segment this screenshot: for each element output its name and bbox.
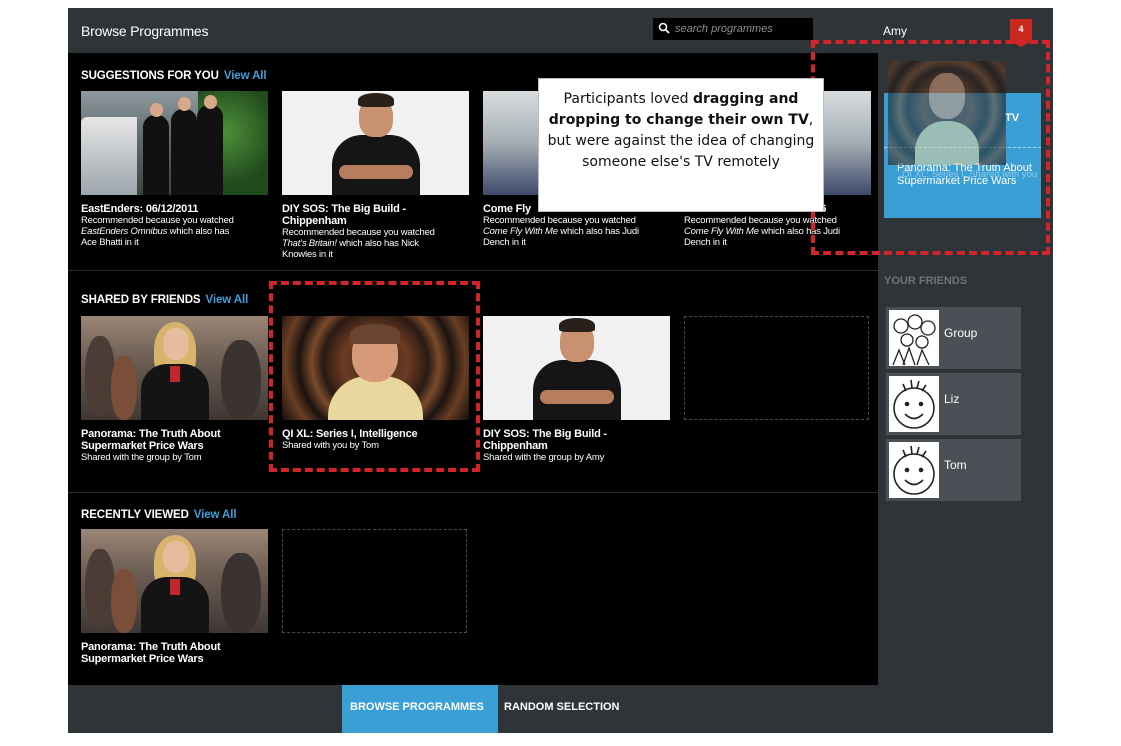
recommendation-reason: Recommended because you watched EastEnder… (81, 215, 234, 248)
programme-thumbnail[interactable] (81, 91, 268, 195)
programme-title: EastEnders: 06/12/2011 (81, 203, 199, 215)
friend-tom[interactable]: Tom (886, 439, 1021, 501)
tab-browse-programmes[interactable]: BROWSE PROGRAMMES (342, 685, 498, 733)
search-box[interactable] (653, 18, 813, 40)
programme-card[interactable]: Panorama: The Truth About Supermarket Pri… (81, 316, 268, 463)
shared-by: Shared with the group by Tom (81, 452, 202, 463)
friends-heading: YOUR FRIENDS (884, 275, 968, 287)
programme-card[interactable]: DIY SOS: The Big Build - Chippenham Recom… (282, 91, 469, 260)
friend-name: Tom (944, 458, 967, 472)
section-heading: RECENTLY VIEWED View All (81, 509, 237, 521)
programme-thumbnail[interactable] (282, 91, 469, 195)
programme-title: DIY SOS: The Big Build - Chippenham (483, 428, 607, 452)
friend-name: Group (944, 326, 978, 340)
programme-thumbnail[interactable] (81, 529, 268, 633)
search-input[interactable] (675, 21, 807, 37)
friend-liz[interactable]: Liz (886, 373, 1021, 435)
programme-card[interactable]: DIY SOS: The Big Build - Chippenham Share… (483, 316, 670, 463)
user-name[interactable]: Amy (883, 24, 907, 38)
annotation-highlight-box (811, 40, 1050, 255)
search-icon (658, 22, 670, 34)
empty-slot (282, 529, 467, 633)
shared-by: Shared with the group by Amy (483, 452, 605, 463)
annotation-callout: Participants loved dragging and dropping… (538, 78, 824, 212)
shared-heading: SHARED BY FRIENDS (81, 294, 201, 306)
programme-card[interactable]: EastEnders: 06/12/2011 Recommended becau… (81, 91, 268, 248)
recent-heading: RECENTLY VIEWED (81, 509, 189, 521)
annotation-highlight-box (269, 281, 480, 472)
recent-section: RECENTLY VIEWED View All Panorama: The Tr… (68, 493, 878, 685)
programme-title: Panorama: The Truth About Supermarket Pri… (81, 428, 221, 452)
group-avatar-icon (889, 310, 939, 366)
recommendation-reason: Recommended because you watched Come Fly … (483, 215, 639, 248)
view-all-link[interactable]: View All (194, 509, 237, 521)
suggestions-heading: SUGGESTIONS FOR YOU (81, 70, 219, 82)
friend-group[interactable]: Group (886, 307, 1021, 369)
section-heading: SHARED BY FRIENDS View All (81, 294, 248, 306)
tab-random-selection[interactable]: RANDOM SELECTION (496, 685, 636, 733)
programme-title: Panorama: The Truth About Supermarket Pri… (81, 641, 221, 665)
section-heading: SUGGESTIONS FOR YOU View All (81, 70, 267, 82)
programme-thumbnail[interactable] (483, 316, 670, 420)
recommendation-reason: Recommended because you watched That's Br… (282, 227, 435, 260)
notification-badge[interactable]: 4 (1010, 19, 1032, 47)
footer-nav: BROWSE PROGRAMMES RANDOM SELECTION (68, 685, 1053, 733)
friend-name: Liz (944, 392, 960, 406)
programme-title: DIY SOS: The Big Build - Chippenham (282, 203, 406, 227)
empty-slot (684, 316, 869, 420)
programme-card[interactable]: Panorama: The Truth About Supermarket Pri… (81, 529, 268, 665)
smiley-avatar-icon (889, 442, 939, 498)
view-all-link[interactable]: View All (206, 294, 249, 306)
view-all-link[interactable]: View All (224, 70, 267, 82)
page-title: Browse Programmes (81, 23, 209, 39)
programme-thumbnail[interactable] (81, 316, 268, 420)
smiley-avatar-icon (889, 376, 939, 432)
